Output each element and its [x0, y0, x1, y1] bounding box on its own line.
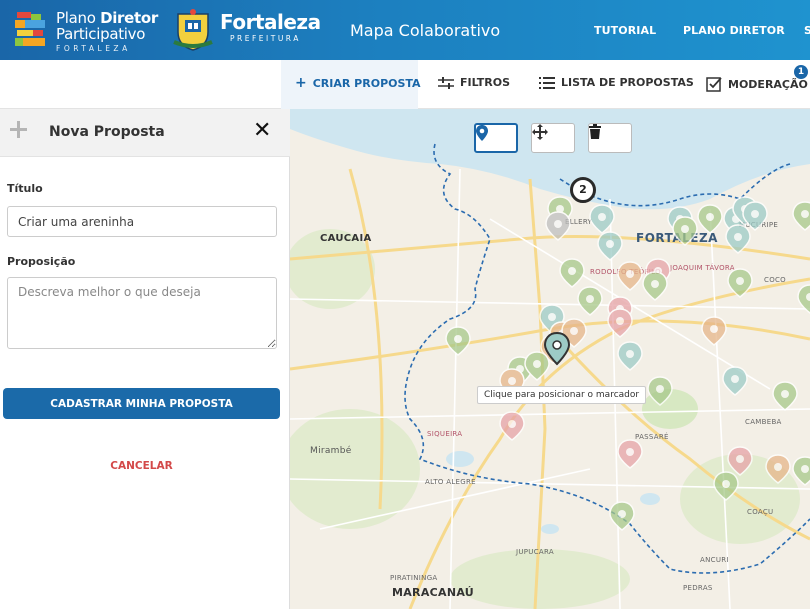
city-sub: PREFEITURA	[230, 34, 301, 43]
fortaleza-logo-text[interactable]: Fortaleza PREFEITURA	[220, 12, 321, 43]
proposal-marker[interactable]	[765, 454, 791, 484]
proposition-label: Proposição	[7, 255, 76, 268]
map-canvas[interactable]: CAUCAIA FORTALEZA MARACANAÚ Mirambé ELLE…	[290, 109, 810, 609]
plus-icon	[10, 121, 27, 138]
plano-diretor-logo-icon[interactable]	[11, 10, 53, 50]
proposal-marker[interactable]	[597, 231, 623, 261]
move-icon	[532, 124, 548, 140]
panel-title: Nova Proposta	[49, 124, 165, 140]
proposal-marker[interactable]	[772, 381, 798, 411]
proposal-marker[interactable]	[792, 456, 810, 486]
app-title: Mapa Colaborativo	[350, 21, 501, 40]
proposal-marker[interactable]	[589, 204, 615, 234]
moderation-label: MODERAÇÃO	[728, 77, 808, 91]
proposal-marker[interactable]	[617, 261, 643, 291]
moderation-badge: 1	[794, 65, 808, 79]
placement-tooltip: Clique para posicionar o marcador	[477, 386, 647, 404]
proposal-list-label: LISTA DE PROPOSTAS	[561, 76, 694, 89]
app-header: Plano Diretor Participativo FORTALEZA Fo…	[0, 0, 810, 60]
new-proposal-panel: Nova Proposta ✕ Título Proposição CADAST…	[0, 109, 290, 609]
proposal-marker[interactable]	[577, 286, 603, 316]
filters-label: FILTROS	[460, 76, 511, 89]
proposal-marker[interactable]	[725, 224, 751, 254]
submit-proposal-button[interactable]: CADASTRAR MINHA PROPOSTA	[3, 388, 280, 419]
create-proposal-label: CRIAR PROPOSTA	[312, 76, 421, 90]
proposal-marker[interactable]	[647, 376, 673, 406]
title-label: Título	[7, 182, 43, 195]
title-input[interactable]	[7, 206, 277, 237]
proposal-marker[interactable]	[559, 258, 585, 288]
proposal-marker[interactable]	[499, 411, 525, 441]
proposal-marker[interactable]	[713, 471, 739, 501]
proposal-marker[interactable]	[701, 316, 727, 346]
city-name: Fortaleza	[220, 10, 321, 34]
proposal-marker[interactable]	[727, 268, 753, 298]
panel-header: Nova Proposta ✕	[0, 109, 290, 157]
nav-plano-diretor[interactable]: PLANO DIRETOR	[683, 24, 785, 37]
proposal-marker[interactable]	[697, 204, 723, 234]
proposal-marker[interactable]	[445, 326, 471, 356]
proposal-marker[interactable]	[797, 284, 810, 314]
proposal-marker[interactable]	[609, 501, 635, 531]
proposal-marker[interactable]	[545, 211, 571, 241]
nav-tutorial[interactable]: TUTORIAL	[594, 24, 656, 37]
trash-icon	[589, 124, 601, 139]
filter-icon	[438, 76, 454, 89]
proposition-textarea[interactable]	[7, 277, 277, 349]
proposal-marker[interactable]	[607, 308, 633, 338]
proposal-marker[interactable]	[722, 366, 748, 396]
proposal-list-button[interactable]: LISTA DE PROPOSTAS	[539, 76, 694, 89]
proposal-marker[interactable]	[617, 439, 643, 469]
proposal-markers	[445, 196, 810, 531]
delete-marker-button[interactable]	[588, 123, 632, 153]
place-marker-button[interactable]	[474, 123, 518, 153]
proposal-marker[interactable]	[792, 201, 810, 231]
proposal-marker[interactable]	[672, 216, 698, 246]
cancel-link[interactable]: CANCELAR	[0, 460, 283, 472]
nav-truncated[interactable]: S	[804, 24, 810, 37]
checkbox-icon	[706, 77, 722, 92]
move-marker-button[interactable]	[531, 123, 575, 153]
proposal-marker[interactable]	[727, 446, 753, 476]
marker-cluster[interactable]: 2	[570, 177, 596, 203]
filters-button[interactable]: FILTROS	[438, 76, 510, 89]
plus-icon: +	[295, 75, 307, 91]
logo-line3: FORTALEZA	[56, 44, 131, 53]
create-proposal-button[interactable]: + CRIAR PROPOSTA	[295, 76, 421, 90]
plano-diretor-logo-text[interactable]: Plano Diretor Participativo FORTALEZA	[56, 11, 158, 53]
proposal-marker[interactable]	[642, 271, 668, 301]
marker-icon	[476, 125, 488, 141]
fortaleza-crest-icon[interactable]	[170, 8, 216, 52]
logo-line2: Participativo	[56, 25, 146, 43]
proposal-marker[interactable]	[617, 341, 643, 371]
proposal-marker[interactable]	[742, 201, 768, 231]
toolbar: + CRIAR PROPOSTA FILTROS LISTA DE PROPOS…	[0, 60, 810, 109]
close-icon[interactable]: ✕	[253, 120, 271, 142]
moderation-button[interactable]: MODERAÇÃO	[706, 76, 808, 92]
list-icon	[539, 76, 555, 89]
